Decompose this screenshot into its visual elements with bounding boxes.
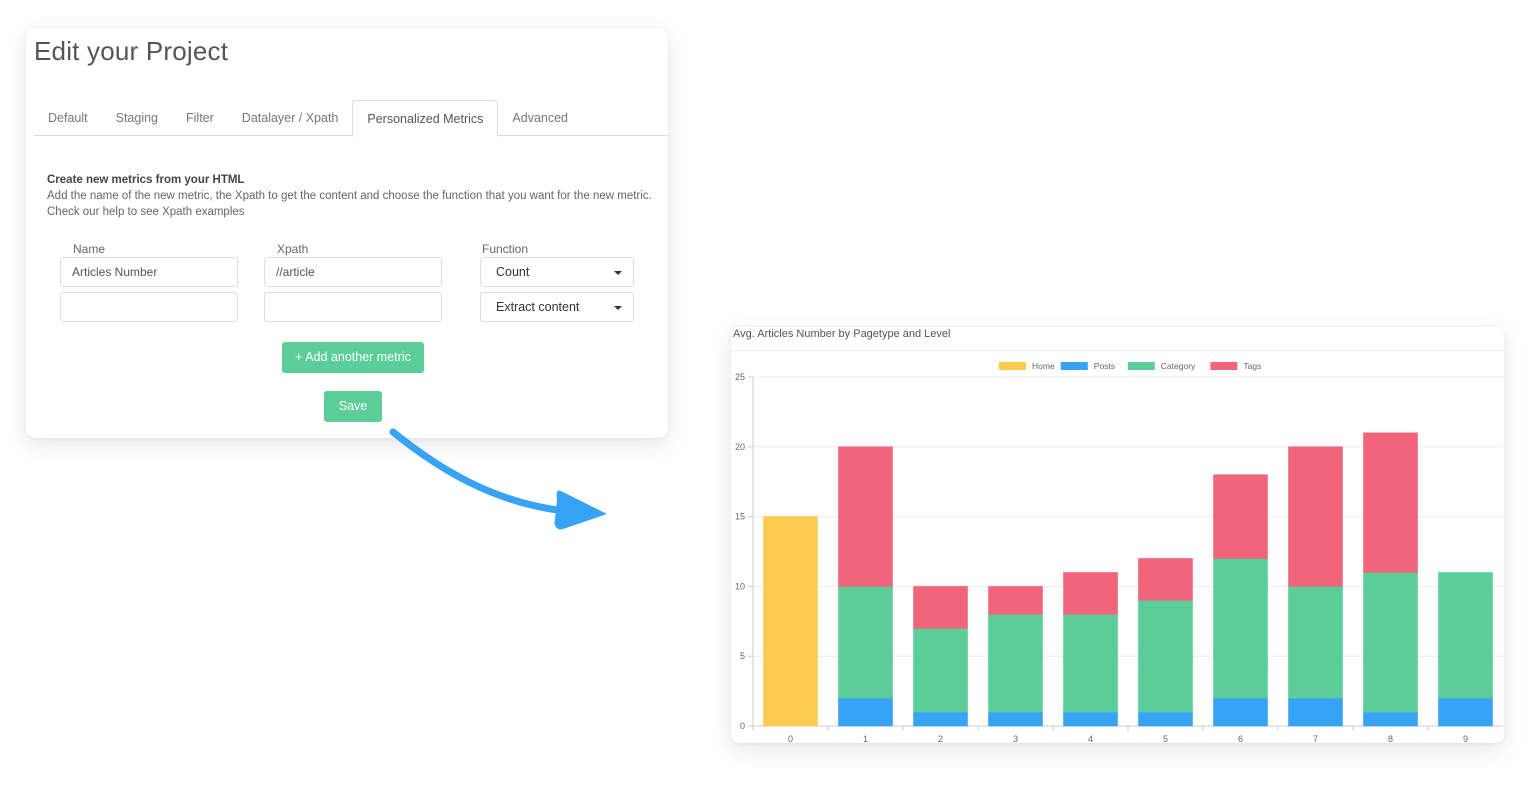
tab-bar: Default Staging Filter Datalayer / Xpath…	[34, 100, 668, 137]
xpath-column-label: Xpath	[277, 242, 309, 256]
bar-segment-tags	[838, 446, 893, 587]
intro-line-1: Add the name of the new metric, the Xpat…	[47, 190, 652, 202]
metric-name-input-2[interactable]	[60, 292, 238, 322]
metric-function-select-2[interactable]: Extract content	[480, 292, 634, 322]
legend-label-tags: Tags	[1243, 361, 1261, 371]
x-tick-label: 2	[938, 734, 943, 743]
bar-segment-category	[1363, 571, 1418, 713]
y-tick-label: 15	[735, 512, 745, 522]
y-tick-label: 20	[735, 442, 745, 452]
tab-personalized-metrics[interactable]: Personalized Metrics	[352, 100, 499, 137]
bar-segment-posts	[1213, 697, 1268, 727]
legend-swatch-category	[1127, 362, 1155, 370]
bar-segment-category	[1288, 585, 1343, 699]
legend-swatch-home	[999, 362, 1026, 370]
bar-segment-category	[1213, 557, 1268, 699]
bar-segment-posts	[838, 697, 893, 727]
x-tick-label: 3	[1013, 734, 1018, 743]
bar-segment-home	[763, 516, 818, 727]
save-button[interactable]: Save	[324, 391, 382, 422]
y-tick-label: 5	[740, 651, 745, 661]
x-tick-label: 1	[863, 734, 868, 743]
legend-label-home: Home	[1032, 361, 1055, 371]
add-another-metric-button[interactable]: + Add another metric	[282, 342, 424, 373]
bar-segment-posts	[1288, 697, 1343, 727]
metric-xpath-input-2[interactable]	[264, 292, 442, 322]
legend-label-posts: Posts	[1094, 361, 1115, 371]
bar-segment-category	[1063, 613, 1118, 713]
bar-segment-tags	[1213, 474, 1268, 559]
y-tick-label: 25	[735, 372, 745, 382]
selected-function: Extract content	[496, 300, 580, 314]
bar-segment-tags	[988, 585, 1043, 615]
stacked-bar-chart: 0 5 10 15 20 25 0 1 2 3 4 5 6 7 8 9 Home Posts Category Tag…	[735, 361, 1503, 743]
y-tick-label: 10	[735, 581, 745, 591]
bar-segment-tags	[1288, 446, 1343, 587]
bar-segment-posts	[1438, 697, 1493, 727]
x-tick-label: 0	[788, 734, 793, 743]
tab-staging[interactable]: Staging	[102, 100, 172, 136]
x-tick-label: 9	[1463, 734, 1468, 743]
y-tick-label: 0	[740, 721, 745, 731]
bar-segment-category	[838, 585, 893, 699]
page-title: Edit your Project	[34, 36, 229, 66]
legend-swatch-tags	[1210, 362, 1238, 370]
selected-function: Count	[496, 265, 530, 279]
bar-segment-tags	[1138, 557, 1193, 601]
chart-card: Avg. Articles Number by Pagetype and Lev…	[731, 327, 1504, 743]
bar-segment-posts	[1138, 711, 1193, 727]
bar-segment-posts	[1363, 711, 1418, 727]
bar-segment-posts	[988, 711, 1043, 727]
function-column-label: Function	[482, 242, 529, 256]
bar-segment-posts	[1063, 711, 1118, 727]
bar-segment-category	[1138, 599, 1193, 713]
caret-down-icon	[614, 306, 622, 310]
bar-segment-category	[913, 627, 968, 713]
bar-segment-category	[988, 613, 1043, 713]
x-tick-label: 7	[1313, 734, 1318, 743]
x-tick-label: 6	[1238, 734, 1243, 743]
name-column-label: Name	[73, 242, 106, 256]
caret-down-icon	[614, 271, 622, 275]
curved-arrow-right-icon	[389, 428, 607, 530]
bar-segment-posts	[913, 711, 968, 727]
x-tick-label: 5	[1163, 734, 1168, 743]
metric-name-input-1[interactable]	[60, 257, 238, 287]
metric-function-select-1[interactable]: Count	[480, 257, 634, 287]
legend-swatch-posts	[1060, 362, 1088, 370]
bar-segment-tags	[1063, 571, 1118, 615]
metric-xpath-input-1[interactable]	[264, 257, 442, 287]
tab-default[interactable]: Default	[34, 100, 102, 136]
tab-filter[interactable]: Filter	[172, 100, 228, 136]
intro-line-2: Check our help to see Xpath examples	[47, 206, 245, 218]
edit-project-card: Edit your Project Default Staging Filter…	[26, 28, 668, 438]
tab-datalayer-xpath[interactable]: Datalayer / Xpath	[228, 100, 353, 136]
tab-advanced[interactable]: Advanced	[498, 100, 582, 136]
intro-heading: Create new metrics from your HTML	[47, 174, 245, 186]
intro-text: Create new metrics from your HTML Add th…	[47, 172, 652, 220]
x-tick-label: 4	[1088, 734, 1093, 743]
bar-segment-tags	[1363, 432, 1418, 573]
bar-segment-category	[1438, 571, 1493, 699]
legend-label-category: Category	[1161, 361, 1196, 371]
x-tick-label: 8	[1388, 734, 1393, 743]
bar-segment-tags	[913, 585, 968, 629]
